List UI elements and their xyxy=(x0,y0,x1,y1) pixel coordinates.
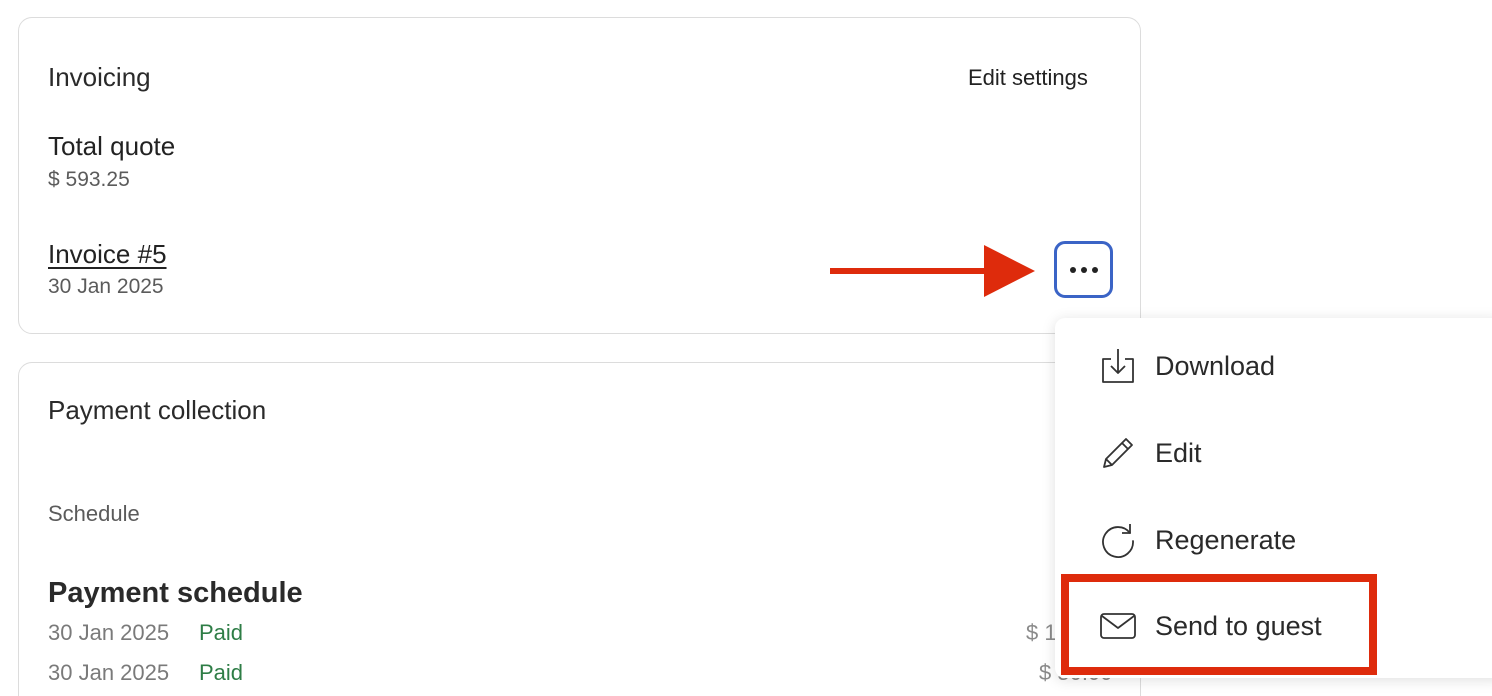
total-quote-value: $ 593.25 xyxy=(48,168,130,191)
edit-settings-link[interactable]: Edit settings xyxy=(968,65,1088,91)
payment-schedule-title: Payment schedule xyxy=(48,577,303,609)
row-status-paid: Paid xyxy=(199,620,244,645)
menu-item-send-to-guest[interactable]: Send to guest xyxy=(1055,591,1492,661)
page: Invoicing Edit settings Total quote $ 59… xyxy=(0,0,1492,696)
menu-item-download[interactable]: Download xyxy=(1055,331,1492,401)
schedule-label: Schedule xyxy=(48,501,140,526)
envelope-icon xyxy=(1100,613,1136,639)
payment-collection-title: Payment collection xyxy=(48,395,267,425)
invoice-date: 30 Jan 2025 xyxy=(48,275,164,298)
payment-collection-card: Payment collection Schedule Payment sche… xyxy=(18,362,1141,696)
menu-item-label: Send to guest xyxy=(1155,610,1322,641)
menu-item-label: Regenerate xyxy=(1155,524,1297,555)
menu-item-regenerate[interactable]: Regenerate xyxy=(1055,505,1492,575)
ellipsis-icon xyxy=(1069,266,1098,273)
total-quote-label: Total quote xyxy=(48,131,176,161)
more-options-button[interactable] xyxy=(1054,241,1113,298)
row-amount: $ 1 xyxy=(1026,620,1057,645)
row-status-paid: Paid xyxy=(199,660,244,685)
invoicing-title: Invoicing xyxy=(48,62,151,92)
refresh-icon xyxy=(1102,524,1134,558)
row-date: 30 Jan 2025 xyxy=(48,620,170,645)
invoice-actions-menu: Download Edit Regenerate Send to guest xyxy=(1055,318,1492,678)
menu-item-edit[interactable]: Edit xyxy=(1055,418,1492,488)
download-icon xyxy=(1102,349,1134,383)
row-date: 30 Jan 2025 xyxy=(48,660,170,685)
pencil-icon xyxy=(1103,438,1133,468)
menu-item-label: Download xyxy=(1155,350,1276,381)
invoice-link[interactable]: Invoice #5 xyxy=(48,239,167,270)
annotation-arrow-icon xyxy=(830,245,1035,297)
menu-item-label: Edit xyxy=(1155,437,1202,468)
